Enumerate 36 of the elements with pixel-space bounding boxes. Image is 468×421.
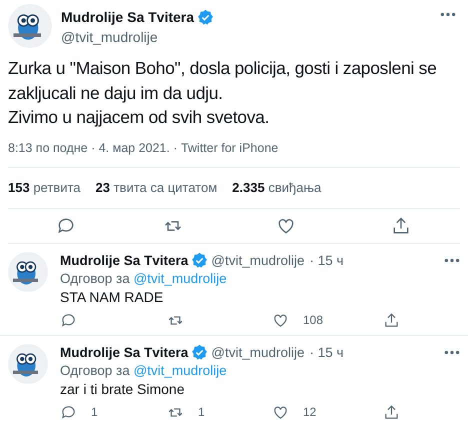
more-options-icon[interactable]: [444, 350, 460, 356]
author-name[interactable]: Mudrolije Sa Tvitera: [60, 252, 188, 270]
author-handle[interactable]: @tvit_mudrolije: [211, 252, 305, 270]
more-options-icon[interactable]: [440, 12, 456, 17]
reply-text: zar i ti brate Simone: [60, 380, 186, 398]
more-options-icon[interactable]: [444, 258, 460, 264]
reply-to-text: Одговор за @tvit_mudrolije: [60, 270, 228, 288]
reply-time: · 15 ч: [310, 252, 345, 270]
tweet-text: Zivimo u najjacem od svih svetova.: [8, 106, 270, 129]
owl-avatar-icon[interactable]: [8, 252, 48, 292]
owl-avatar-icon[interactable]: [8, 4, 52, 48]
reply-to-text: Одговор за @tvit_mudrolije: [60, 362, 228, 380]
author-handle[interactable]: @tvit_mudrolije: [211, 344, 305, 362]
author-handle[interactable]: @tvit_mudrolije: [61, 28, 440, 46]
reply-count: 1: [91, 406, 98, 418]
reply-icon[interactable]: [60, 312, 77, 329]
heart-icon[interactable]: [272, 312, 289, 329]
stat-link[interactable]: 23 твита са цитатом: [96, 178, 218, 198]
share-icon[interactable]: [383, 312, 400, 329]
like-count: 108: [303, 314, 324, 326]
stat-link[interactable]: 153 ретвита: [8, 178, 81, 198]
author-name[interactable]: Mudrolije Sa Tvitera: [61, 7, 194, 28]
author-name[interactable]: Mudrolije Sa Tvitera: [60, 344, 188, 362]
tweet-text: Zurka u "Maison Boho", dosla policija, gosti i zaposleni se zakljucali ne daju im da udju.: [8, 57, 438, 105]
owl-avatar-icon[interactable]: [8, 344, 48, 384]
tweet-timestamp: 8:13 по подне · 4. мар 2021. · Twitter for iPhone: [8, 138, 460, 168]
retweet-count: 1: [198, 406, 205, 418]
share-icon[interactable]: [391, 216, 411, 236]
stat-link[interactable]: 2.335 свиђања: [232, 178, 322, 198]
like-count: 12: [303, 406, 316, 418]
reply-text: STA NAM RADE: [60, 288, 164, 306]
share-icon[interactable]: [383, 404, 400, 421]
reply-time: · 15 ч: [310, 344, 345, 362]
heart-icon[interactable]: [272, 404, 289, 421]
reply-icon[interactable]: [60, 404, 77, 421]
reply-icon[interactable]: [56, 216, 76, 236]
